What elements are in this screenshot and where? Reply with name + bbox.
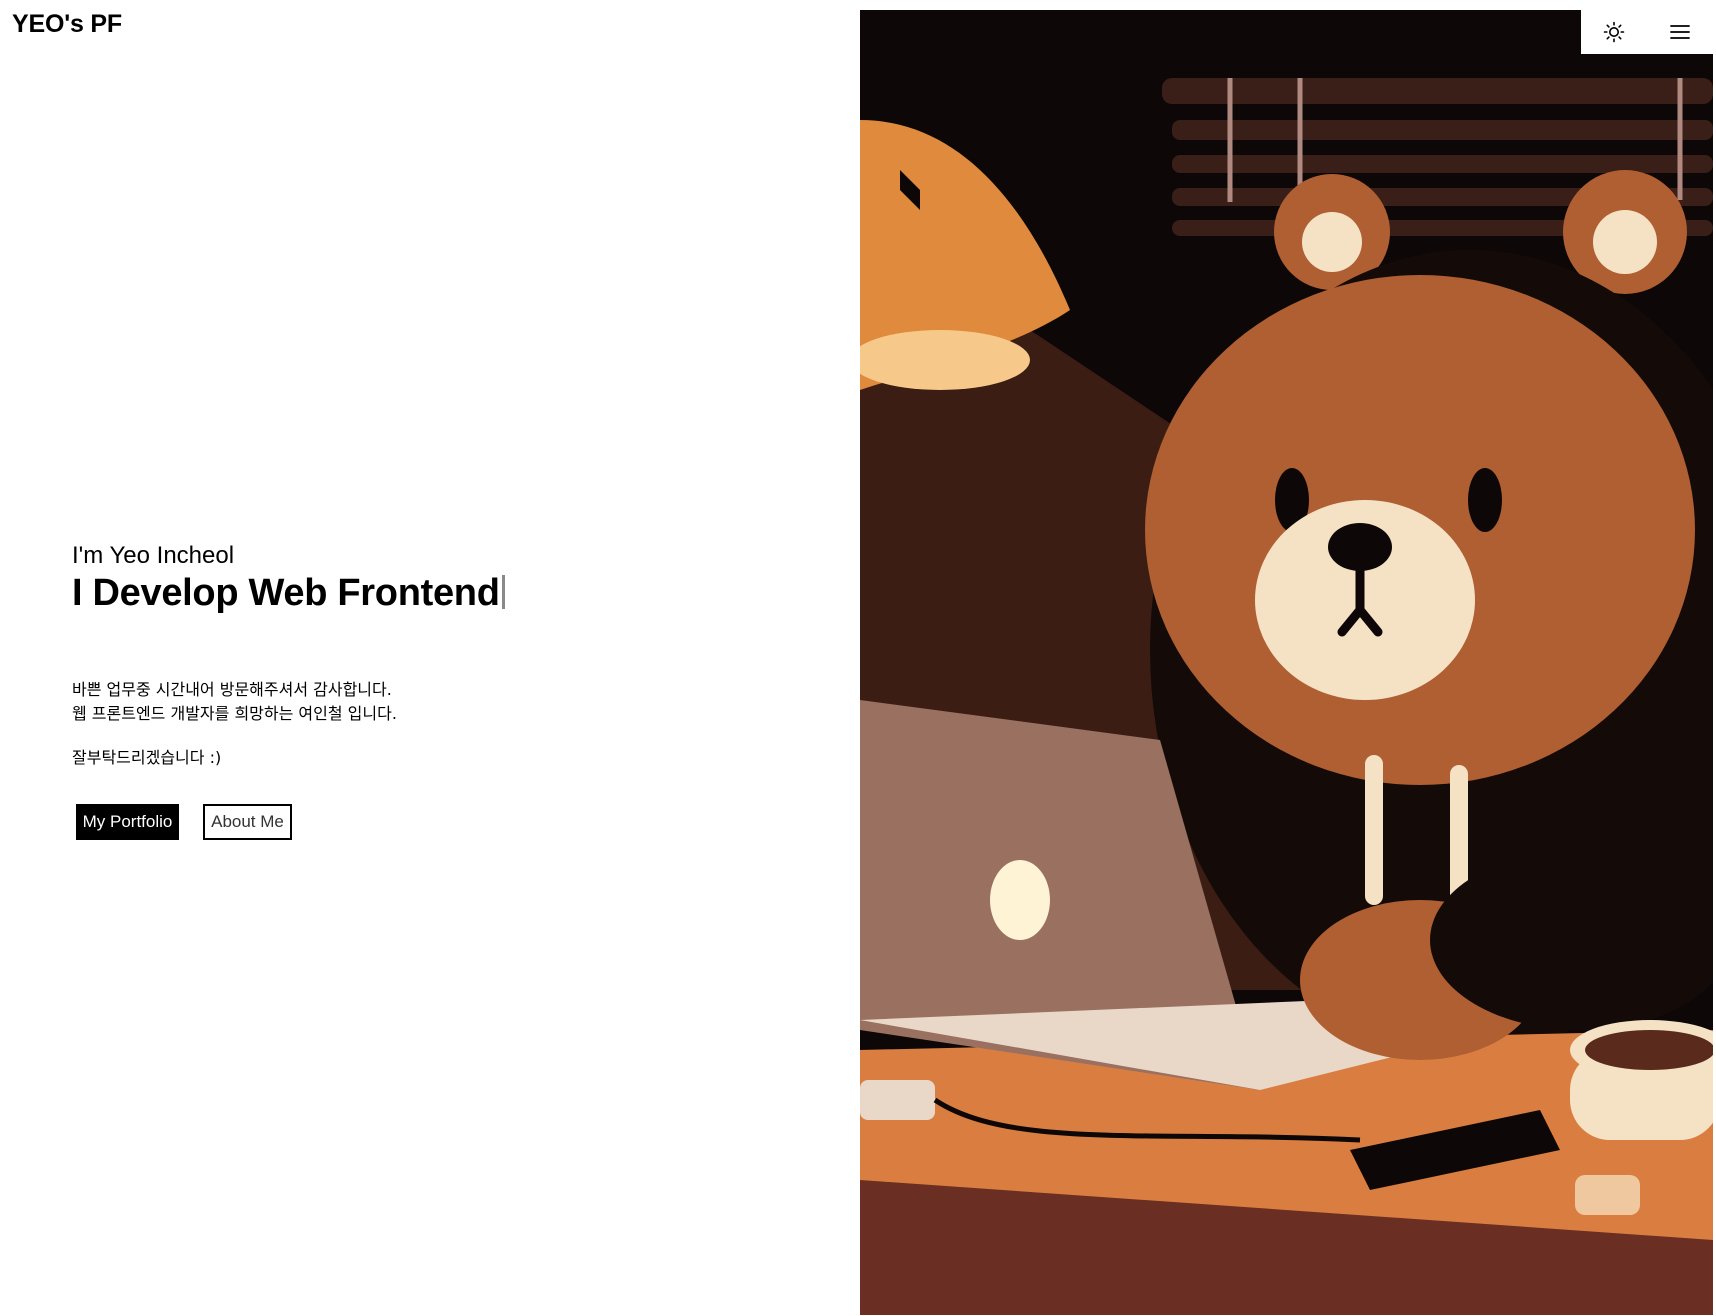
hero-description: 바쁜 업무중 시간내어 방문해주셔서 감사합니다. 웹 프론트엔드 개발자를 희… — [72, 678, 397, 770]
headline-block: I Develop Web Frontend — [72, 571, 505, 615]
menu-button[interactable] — [1647, 10, 1713, 54]
hamburger-menu-icon — [1670, 25, 1690, 39]
about-me-button[interactable]: About Me — [203, 804, 292, 840]
description-line: 웹 프론트엔드 개발자를 희망하는 여인철 입니다. — [72, 704, 397, 723]
my-portfolio-button[interactable]: My Portfolio — [76, 804, 179, 840]
closing-text: 잘부탁드리겠습니다 :) — [72, 748, 222, 767]
intro-text: I'm Yeo Incheol — [72, 542, 235, 569]
hero-illustration — [860, 10, 1713, 1315]
headline-text: I Develop Web Frontend — [72, 572, 500, 614]
bear-illustration — [860, 10, 1713, 1315]
description-line: 바쁜 업무중 시간내어 방문해주셔서 감사합니다. — [72, 680, 392, 699]
theme-toggle-button[interactable] — [1581, 10, 1647, 54]
site-logo[interactable]: YEO's PF — [12, 10, 122, 39]
sun-icon — [1603, 21, 1625, 43]
hero-heading: I'm Yeo Incheol I Develop Web Frontend — [72, 541, 505, 615]
top-controls — [1581, 10, 1713, 54]
typing-caret — [501, 575, 505, 609]
